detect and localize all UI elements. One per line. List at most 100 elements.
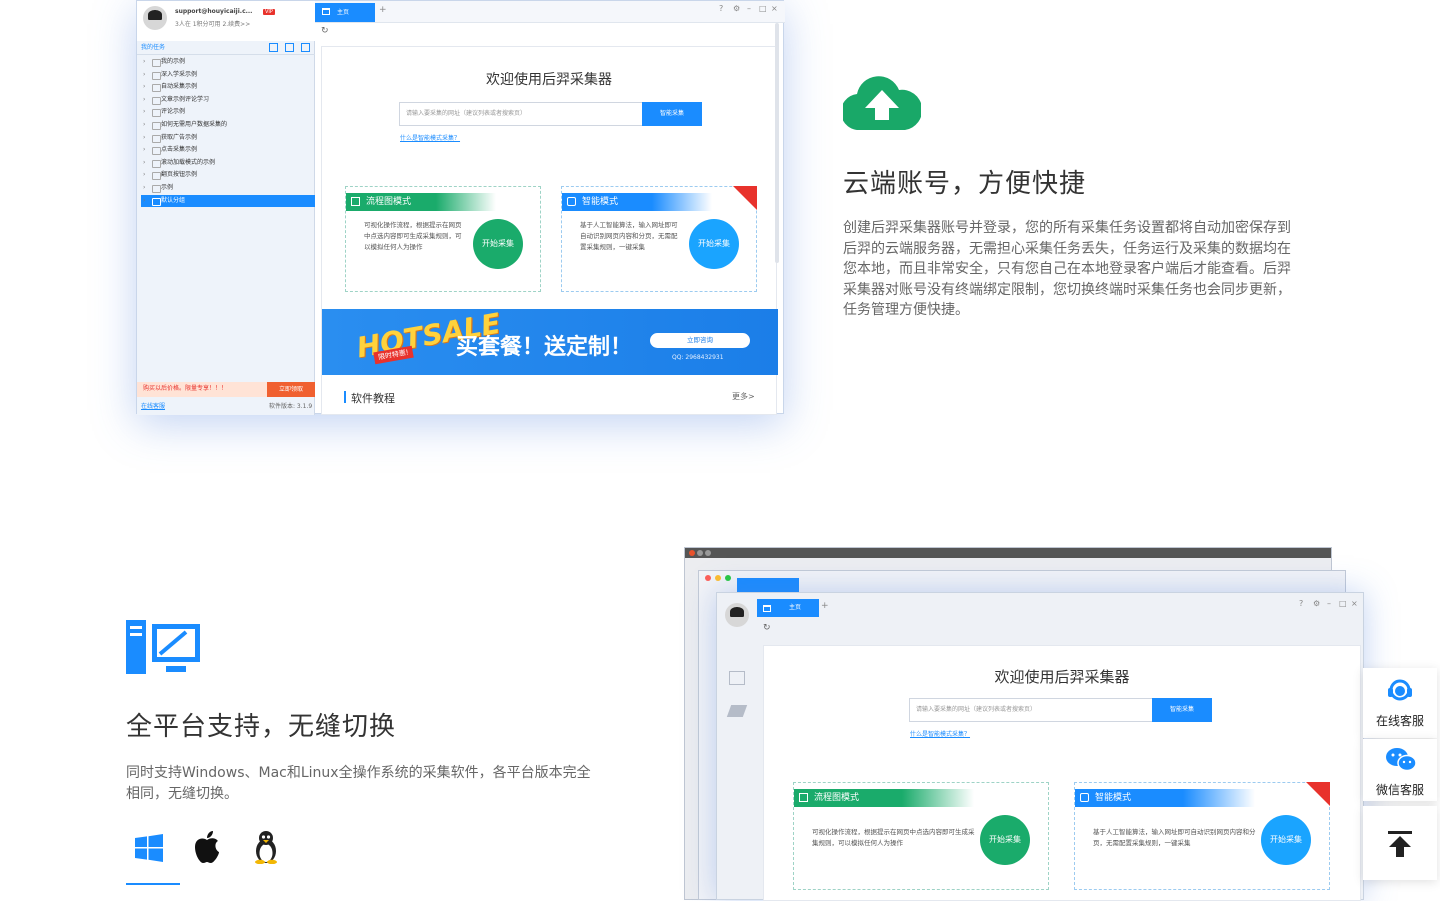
stack-maximize-icon[interactable]: □ — [1339, 599, 1347, 608]
smart-mode-title: 智能模式 — [562, 193, 712, 211]
mac-maximize-icon[interactable] — [725, 575, 731, 581]
add-task-icon[interactable] — [285, 43, 294, 52]
task-tree-item[interactable]: 如何无需用户数据采集的 — [141, 119, 315, 132]
notice-text: 购买以后价格。限量专享！！！ — [143, 385, 228, 392]
cloud-body: 创建后羿采集器账号并登录，您的所有采集任务设置都将自动加密保存到后羿的云端服务器… — [843, 220, 1291, 318]
stack-smart-collect-button[interactable]: 智能采集 — [1152, 698, 1212, 722]
stack-avatar[interactable] — [725, 603, 749, 627]
vip-badge: VIP — [263, 9, 275, 15]
notice-button[interactable]: 立即领取 — [267, 382, 315, 397]
linux-maximize-icon[interactable] — [705, 550, 711, 556]
task-tree: 我的示例深入学采示例自动采集示例文章示例评论学习评论示例如何无需用户数据采集的获… — [137, 56, 315, 216]
task-tree-item[interactable]: 滚动加载模式的示例 — [141, 157, 315, 170]
online-service-button[interactable]: 在线客服 — [1363, 668, 1437, 738]
help-icon[interactable]: ? — [719, 4, 723, 13]
help-link[interactable]: 什么是智能模式采集？ — [400, 133, 460, 142]
windows-window: 主页 + ? ⚙ – □ × ↻ 欢迎使用后羿采集器 请输入要采集的网址（建议列… — [716, 592, 1364, 901]
my-tasks-label: 我的任务 — [141, 44, 166, 51]
wechat-service-button[interactable]: 微信客服 — [1363, 739, 1437, 801]
sidebar: support@houyicaiji.c... VIP 3人在 1积分可用 2.… — [137, 1, 315, 415]
stack-settings-icon[interactable]: ⚙ — [1313, 599, 1320, 608]
thumbs-up-icon — [733, 186, 757, 210]
tutorial-title: 软件教程 — [351, 392, 395, 405]
back-to-top-icon — [1388, 831, 1412, 857]
more-link[interactable]: 更多> — [732, 391, 755, 402]
task-tree-item[interactable]: 翻页按钮示例 — [141, 169, 315, 182]
mac-minimize-icon[interactable] — [715, 575, 721, 581]
wechat-icon — [1386, 748, 1417, 772]
stack-flowchart-mode-desc: 可视化操作流程，根据提示在网页中点选内容即可生成采集规则，可以模拟任何人为操作 — [812, 828, 975, 847]
online-service-label: 在线客服 — [1375, 714, 1424, 728]
stack-new-tab-button[interactable]: + — [821, 601, 829, 611]
promo-banner[interactable]: HOTSALE 限时特惠! 买套餐！送定制！ 立即咨询 QQ: 29684329… — [322, 307, 778, 375]
smart-start-button[interactable]: 开始采集 — [689, 219, 739, 269]
account-email: support@houyicaiji.c... — [175, 8, 253, 15]
stack-welcome-title: 欢迎使用后羿采集器 — [994, 668, 1130, 686]
stack-flowchart-mode-title: 流程图模式 — [794, 789, 974, 807]
stack-smart-start-button[interactable]: 开始采集 — [1261, 815, 1311, 865]
task-tree-item[interactable]: 默认分组 — [141, 194, 315, 208]
task-tree-item[interactable]: 示例 — [141, 182, 315, 195]
stack-flowchart-start-button[interactable]: 开始采集 — [980, 815, 1030, 865]
main-content: 欢迎使用后羿采集器 请输入要采集的网址（建议列表或者搜索页） 智能采集 什么是智… — [321, 46, 778, 415]
desktop-icon — [126, 620, 200, 674]
stack-add-task-icon[interactable] — [729, 671, 745, 685]
sidebar-footer: 在线客服 软件版本: 3.1.9 — [137, 399, 315, 415]
stack-smart-mode-card[interactable]: 智能模式 基于人工智能算法，输入网址即可自动识别网页内容和分页，无需配置采集规则… — [1074, 782, 1330, 890]
task-tree-item[interactable]: 深入学采示例 — [141, 69, 315, 82]
task-tree-item[interactable]: 自动采集示例 — [141, 81, 315, 94]
minimize-icon[interactable]: – — [747, 4, 751, 13]
banner-qq: QQ: 2968432931 — [672, 354, 724, 361]
stack-flowchart-mode-card[interactable]: 流程图模式 可视化操作流程，根据提示在网页中点选内容即可生成采集规则，可以模拟任… — [793, 782, 1049, 890]
windows-icon[interactable] — [135, 834, 163, 862]
stack-help-icon[interactable]: ? — [1299, 599, 1303, 608]
task-tree-item[interactable]: 文章示例评论学习 — [141, 94, 315, 107]
flowchart-mode-card[interactable]: 流程图模式 可视化操作流程，根据提示在网页中点选内容即可生成采集规则，可以模拟任… — [345, 186, 541, 292]
stack-help-link[interactable]: 什么是智能模式采集？ — [910, 729, 970, 738]
import-icon[interactable] — [269, 43, 278, 52]
stack-layers-icon[interactable] — [726, 705, 748, 717]
flowchart-mode-desc: 可视化操作流程，根据提示在网页中点选内容即可生成采集规则，可以模拟任何人为操作 — [364, 221, 462, 251]
consult-button[interactable]: 立即咨询 — [650, 333, 750, 348]
stack-flowchart-icon — [799, 793, 808, 802]
new-tab-button[interactable]: + — [379, 5, 387, 15]
smart-collect-button[interactable]: 智能采集 — [642, 102, 702, 126]
online-service-link[interactable]: 在线客服 — [141, 403, 165, 411]
back-to-top-button[interactable] — [1363, 806, 1437, 880]
close-icon[interactable]: × — [771, 4, 778, 13]
maximize-icon[interactable]: □ — [759, 4, 767, 13]
task-tree-item[interactable]: 获取广告示例 — [141, 132, 315, 145]
stack-thumbs-up-icon — [1306, 782, 1330, 806]
scrollbar[interactable] — [775, 23, 779, 263]
section-marker — [344, 391, 346, 403]
stack-close-icon[interactable]: × — [1351, 599, 1358, 608]
mac-tab[interactable] — [737, 578, 799, 592]
stack-refresh-icon[interactable]: ↻ — [763, 623, 771, 633]
promo-notice: 购买以后价格。限量专享！！！ 立即领取 — [137, 382, 315, 397]
cloud-upload-icon — [843, 76, 921, 130]
stack-url-input[interactable]: 请输入要采集的网址（建议列表或者搜索页） — [909, 698, 1153, 722]
linux-close-icon[interactable] — [689, 550, 695, 556]
linux-icon[interactable] — [252, 830, 280, 864]
refresh-icon[interactable]: ↻ — [321, 26, 329, 36]
linux-minimize-icon[interactable] — [697, 550, 703, 556]
avatar[interactable] — [143, 6, 167, 30]
stack-home-icon — [763, 605, 771, 612]
flowchart-icon — [351, 197, 360, 206]
settings-icon[interactable]: ⚙ — [733, 4, 740, 13]
mac-close-icon[interactable] — [705, 575, 711, 581]
stack-minimize-icon[interactable]: – — [1327, 599, 1331, 608]
url-input[interactable]: 请输入要采集的网址（建议列表或者搜索页） — [399, 102, 643, 126]
cloud-title: 云端账号，方便快捷 — [843, 169, 1087, 199]
task-tree-item[interactable]: 点击采集示例 — [141, 144, 315, 157]
account-subline: 3人在 1积分可用 2.续费>> — [175, 21, 251, 28]
folder-icon[interactable] — [301, 43, 310, 52]
tab-bar: 主页 + ? ⚙ – □ × — [315, 1, 785, 23]
app-screenshot-top: support@houyicaiji.c... VIP 3人在 1积分可用 2.… — [136, 0, 785, 415]
task-tree-item[interactable]: 我的示例 — [141, 56, 315, 69]
task-tree-item[interactable]: 评论示例 — [141, 106, 315, 119]
flowchart-start-button[interactable]: 开始采集 — [473, 219, 523, 269]
apple-icon[interactable] — [193, 830, 221, 864]
smart-mode-card[interactable]: 智能模式 基于人工智能算法，输入网址即可自动识别网页内容和分页，无需配置采集规则… — [561, 186, 757, 292]
smart-mode-desc: 基于人工智能算法，输入网址即可自动识别网页内容和分页，无需配置采集规则，一键采集 — [580, 221, 678, 251]
